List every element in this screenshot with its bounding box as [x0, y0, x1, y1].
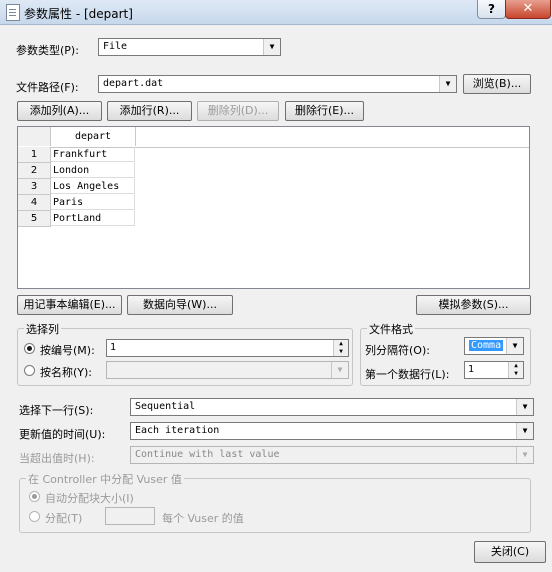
table-row[interactable]: 5 PortLand — [18, 211, 135, 227]
chevron-down-icon[interactable]: ▼ — [516, 399, 533, 415]
delete-column-button[interactable]: 删除列(D)... — [197, 101, 279, 121]
simulate-parameter-button[interactable]: 模拟参数(S)... — [416, 295, 531, 315]
select-next-row-value: Sequential — [135, 401, 196, 412]
param-type-label: 参数类型(P): — [16, 44, 79, 57]
add-row-button[interactable]: 添加行(R)... — [107, 101, 192, 121]
chevron-down-icon[interactable]: ▼ — [331, 362, 348, 378]
select-next-row-label: 选择下一行(S): — [19, 404, 94, 417]
chevron-down-icon[interactable]: ▼ — [516, 423, 533, 439]
spinner-arrows-icon[interactable]: ▲ ▼ — [508, 362, 523, 378]
out-of-values-value: Continue with last value — [135, 449, 280, 460]
chevron-down-icon[interactable]: ▼ — [263, 39, 280, 55]
by-number-radio[interactable] — [24, 343, 35, 354]
delimiter-label: 列分隔符(O): — [365, 344, 430, 357]
file-format-title: 文件格式 — [367, 321, 415, 337]
select-column-title: 选择列 — [24, 321, 61, 337]
window-title: 参数属性 - [depart] — [24, 7, 133, 21]
column-number-value: 1 — [110, 342, 117, 353]
first-data-row-stepper[interactable]: 1 ▲ ▼ — [464, 361, 524, 379]
first-data-row-label: 第一个数据行(L): — [365, 368, 450, 381]
param-type-value: File — [103, 41, 128, 52]
header-corner — [18, 127, 51, 146]
row-number[interactable]: 5 — [18, 211, 51, 227]
spinner-arrows-icon[interactable]: ▲ ▼ — [333, 340, 348, 356]
by-name-label: 按名称(Y): — [40, 366, 93, 379]
column-number-stepper[interactable]: 1 ▲ ▼ — [106, 339, 349, 357]
per-vuser-label: 每个 Vuser 的值 — [162, 512, 244, 525]
file-path-input[interactable]: depart.dat ▼ — [98, 75, 457, 93]
by-number-label: 按编号(M): — [40, 344, 95, 357]
table-cell[interactable]: Paris — [51, 195, 135, 210]
auto-allocate-radio[interactable] — [29, 491, 40, 502]
edit-with-notepad-button[interactable]: 用记事本编辑(E)... — [17, 295, 122, 315]
add-column-button[interactable]: 添加列(A)... — [17, 101, 102, 121]
browse-button[interactable]: 浏览(B)... — [463, 74, 531, 94]
table-header: depart — [18, 127, 529, 148]
first-data-row-value: 1 — [468, 364, 475, 375]
title-bar[interactable]: 参数属性 - [depart] ? ✕ — [0, 0, 552, 25]
out-of-values-select[interactable]: Continue with last value ▼ — [130, 446, 534, 464]
table-cell[interactable]: Frankfurt — [51, 147, 135, 162]
table-row[interactable]: 2 London — [18, 163, 135, 179]
param-type-select[interactable]: File ▼ — [98, 38, 281, 56]
delete-row-button[interactable]: 删除行(E)... — [285, 101, 364, 121]
select-next-row-select[interactable]: Sequential ▼ — [130, 398, 534, 416]
table-cell[interactable]: Los Angeles — [51, 179, 135, 194]
table-row[interactable]: 4 Paris — [18, 195, 135, 211]
allocate-count-input[interactable] — [105, 507, 155, 525]
column-header-depart[interactable]: depart — [51, 127, 136, 146]
file-path-value: depart.dat — [103, 78, 164, 89]
data-table[interactable]: depart 1 Frankfurt 2 London 3 Los Angele… — [17, 126, 530, 289]
document-icon — [6, 4, 20, 21]
update-value-select[interactable]: Each iteration ▼ — [130, 422, 534, 440]
window-close-button[interactable]: ✕ — [505, 0, 551, 19]
update-value-label: 更新值的时间(U): — [19, 428, 106, 441]
chevron-down-icon[interactable]: ▼ — [439, 76, 456, 92]
chevron-down-icon[interactable]: ▼ — [506, 338, 523, 354]
delimiter-select[interactable]: Comma ▼ — [464, 337, 524, 355]
column-name-select[interactable]: ▼ — [106, 361, 349, 379]
controller-allocation-title: 在 Controller 中分配 Vuser 值 — [26, 471, 184, 487]
row-number[interactable]: 2 — [18, 163, 51, 179]
row-number[interactable]: 3 — [18, 179, 51, 195]
allocate-radio[interactable] — [29, 511, 40, 522]
close-button[interactable]: 关闭(C) — [474, 541, 546, 563]
auto-allocate-label: 自动分配块大小(I) — [45, 492, 134, 505]
help-button[interactable]: ? — [477, 0, 506, 19]
file-path-label: 文件路径(F): — [16, 81, 79, 94]
chevron-down-icon[interactable]: ▼ — [516, 447, 533, 463]
parameter-properties-window: 参数属性 - [depart] ? ✕ 参数类型(P): File ▼ 文件路径… — [0, 0, 552, 572]
row-number[interactable]: 4 — [18, 195, 51, 211]
table-row[interactable]: 1 Frankfurt — [18, 147, 135, 163]
update-value-value: Each iteration — [135, 425, 220, 436]
table-cell[interactable]: London — [51, 163, 135, 178]
delimiter-value: Comma — [469, 340, 504, 351]
out-of-values-label: 当超出值时(H): — [19, 452, 95, 465]
table-row[interactable]: 3 Los Angeles — [18, 179, 135, 195]
table-cell[interactable]: PortLand — [51, 211, 135, 226]
row-number[interactable]: 1 — [18, 147, 51, 163]
by-name-radio[interactable] — [24, 365, 35, 376]
data-wizard-button[interactable]: 数据向导(W)... — [127, 295, 233, 315]
allocate-label: 分配(T) — [45, 512, 83, 525]
